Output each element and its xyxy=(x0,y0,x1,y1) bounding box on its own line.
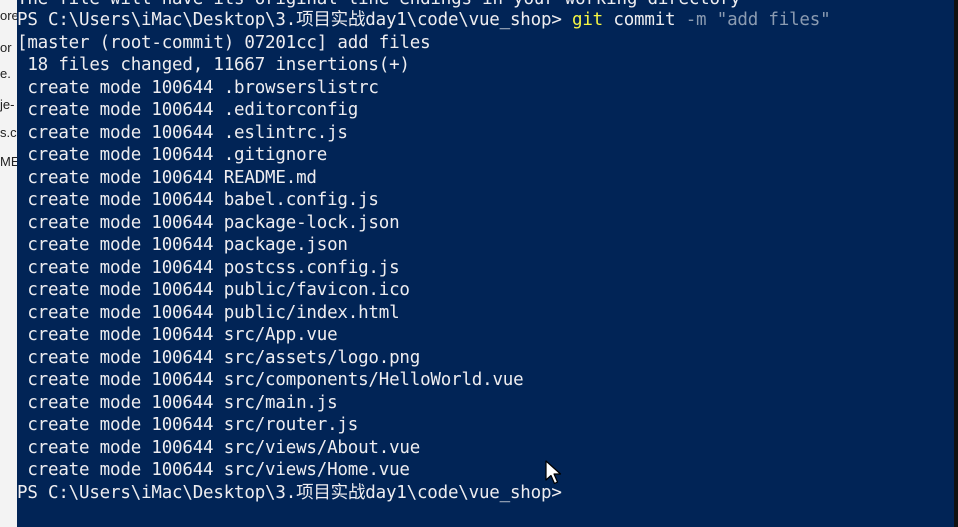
created-file-line: create mode 100644 .gitignore xyxy=(17,145,328,165)
commit-flag: -m xyxy=(685,10,707,30)
strip-fragment: e. xyxy=(0,66,11,81)
window-border xyxy=(954,0,958,527)
created-file-line: create mode 100644 src/views/About.vue xyxy=(17,437,421,458)
created-file-line: create mode 100644 babel.config.js xyxy=(17,190,379,210)
strip-fragment: ore xyxy=(0,8,17,23)
created-file-line: create mode 100644 public/favicon.ico xyxy=(17,280,410,300)
created-file-line: create mode 100644 package.json xyxy=(17,235,348,255)
background-window-strip: ore or e. je- s.c ME. xyxy=(0,0,17,527)
created-file-line: create mode 100644 README.md xyxy=(17,167,317,188)
strip-fragment: s.c xyxy=(0,125,17,140)
created-file-line: create mode 100644 src/App.vue xyxy=(17,325,338,345)
created-file-line: create mode 100644 src/components/HelloW… xyxy=(17,370,524,390)
created-file-line: create mode 100644 package-lock.json xyxy=(17,212,400,233)
created-file-line: create mode 100644 src/views/Home.vue xyxy=(17,460,410,480)
created-file-line: create mode 100644 .eslintrc.js xyxy=(17,122,348,143)
git-command: git xyxy=(572,10,604,30)
commit-message: "add files" xyxy=(716,10,831,30)
commit-summary: [master (root-commit) 07201cc] add files xyxy=(17,32,431,53)
commit-stats: 18 files changed, 11667 insertions(+) xyxy=(17,55,410,75)
strip-fragment: je- xyxy=(0,97,15,112)
final-prompt[interactable]: PS C:\Users\iMac\Desktop\3.项目实战day1\code… xyxy=(17,482,562,505)
created-file-line: create mode 100644 src/main.js xyxy=(17,392,338,413)
strip-fragment: ME. xyxy=(0,154,17,169)
mouse-pointer-icon xyxy=(545,460,562,485)
prompt: PS C:\Users\iMac\Desktop\3.项目实战day1\code… xyxy=(17,10,562,30)
powershell-terminal[interactable]: The file will have its original line end… xyxy=(17,0,955,527)
created-file-line: create mode 100644 public/index.html xyxy=(17,302,400,323)
created-file-line: create mode 100644 .browserslistrc xyxy=(17,77,379,98)
strip-fragment: or xyxy=(0,40,12,55)
created-file-line: create mode 100644 postcss.config.js xyxy=(17,257,400,278)
created-file-line: create mode 100644 src/router.js xyxy=(17,415,359,435)
git-subcommand: commit xyxy=(613,10,676,30)
created-file-line: create mode 100644 .editorconfig xyxy=(17,100,359,120)
command-line: PS C:\Users\iMac\Desktop\3.项目实战day1\code… xyxy=(17,9,831,32)
created-file-line: create mode 100644 src/assets/logo.png xyxy=(17,347,421,368)
